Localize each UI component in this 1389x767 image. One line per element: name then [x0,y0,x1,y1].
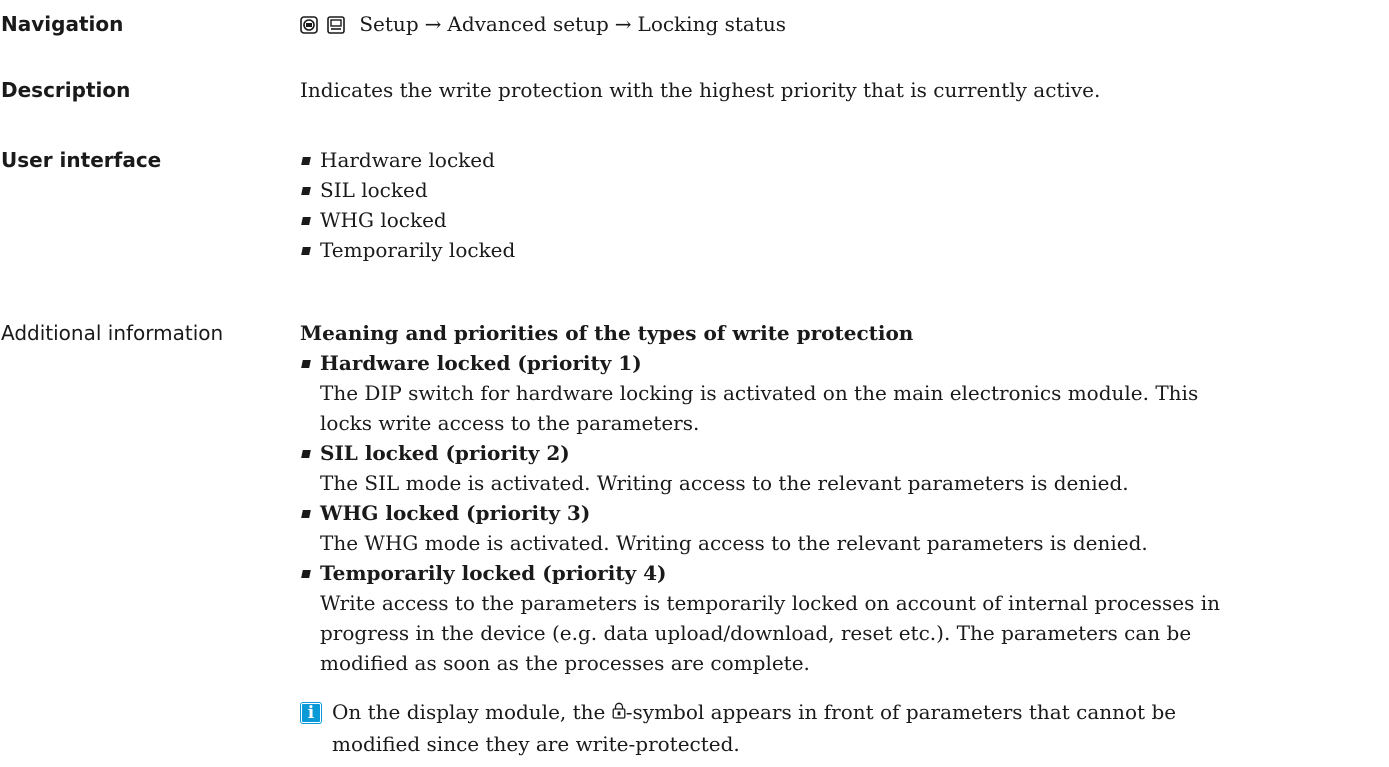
nav-path-step-3: Locking status [637,12,787,36]
priority-title: WHG locked (priority 3) [320,501,591,525]
priority-title: Temporarily locked (priority 4) [320,561,667,585]
note-text-after: -symbol appears in front of parameters t… [625,700,1177,724]
description-label: Description [1,78,131,102]
list-item: WHG locked (priority 3) The WHG mode is … [300,498,1385,558]
options-list: Hardware locked SIL locked WHG locked Te… [300,145,1385,265]
list-item: SIL locked [300,175,1385,205]
list-item: WHG locked [300,205,1385,235]
info-icon-glyph: i [307,703,315,723]
nav-path-step-2: Advanced setup [447,12,609,36]
list-item: Hardware locked (priority 1) The DIP swi… [300,348,1385,438]
list-item: SIL locked (priority 2) The SIL mode is … [300,438,1385,498]
priority-title: Hardware locked (priority 1) [320,351,642,375]
user-interface-options: Hardware locked SIL locked WHG locked Te… [300,145,1385,265]
note-text-line2: modified since they are write-protected. [332,731,740,756]
priority-text: The WHG mode is activated. Writing acces… [320,531,1148,555]
display-icons [300,9,346,39]
list-item: Temporarily locked [300,235,1385,265]
info-icon: i [300,702,322,724]
priority-text: Write access to the parameters is tempor… [320,591,1221,615]
display-operating-icon [300,16,318,34]
description-text: Indicates the write protection with the … [300,78,1101,102]
navigation-label: Navigation [1,12,124,36]
nav-separator: → [614,12,632,36]
priority-text: modified as soon as the processes are co… [320,651,810,675]
priority-text: locks write access to the parameters. [320,411,700,435]
priority-title: SIL locked (priority 2) [320,441,570,465]
priority-list: Hardware locked (priority 1) The DIP swi… [300,348,1385,678]
lock-icon [612,697,626,727]
priority-text: progress in the device (e.g. data upload… [320,621,1192,645]
user-interface-label: User interface [1,148,162,172]
list-item: Hardware locked [300,145,1385,175]
list-item: Temporarily locked (priority 4) Write ac… [300,558,1385,678]
nav-path-step-1: Setup [359,12,419,36]
note-text-before: On the display module, the [332,700,612,724]
additional-information-heading: Meaning and priorities of the types of w… [300,321,914,345]
navigation-path: Setup → Advanced setup → Locking status [300,9,1385,41]
display-module-icon [327,16,346,34]
info-note-text: On the display module, the -symbol appea… [332,697,1382,759]
additional-information-content: Meaning and priorities of the types of w… [300,318,1385,678]
priority-text: The SIL mode is activated. Writing acces… [320,471,1129,495]
priority-text: The DIP switch for hardware locking is a… [320,381,1199,405]
nav-separator: → [424,12,442,36]
additional-information-label: Additional information [1,321,224,345]
